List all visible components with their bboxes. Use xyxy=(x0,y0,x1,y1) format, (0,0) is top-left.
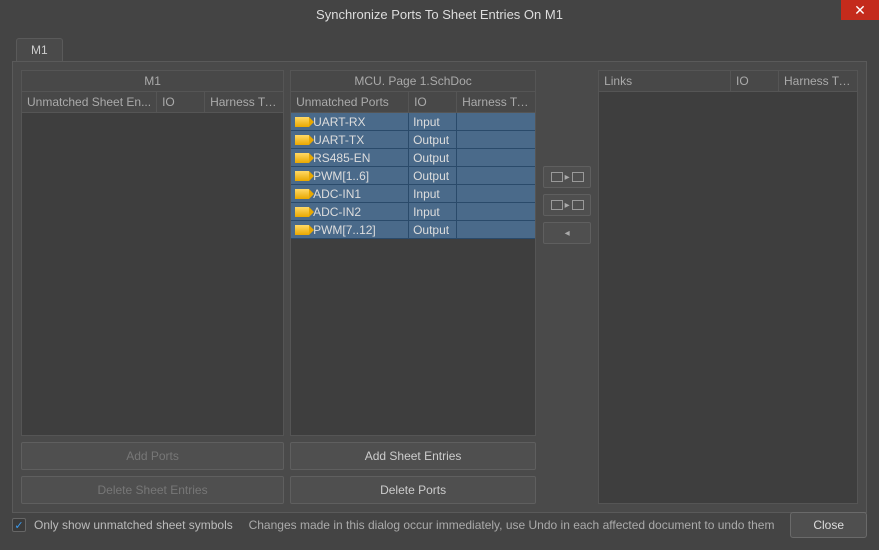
middle-panel-body: UART-RX Input UART-TX Output RS485-EN Ou… xyxy=(290,113,536,436)
window-close-button[interactable]: ✕ xyxy=(841,0,879,20)
transfer-controls: ▸ ▸ ◂ xyxy=(542,70,592,504)
unlink-button[interactable]: ◂ xyxy=(543,222,591,244)
port-harness-cell xyxy=(457,221,535,238)
port-icon xyxy=(295,189,309,199)
port-icon xyxy=(295,171,309,181)
left-panel-header: Unmatched Sheet En... IO Harness Type xyxy=(21,91,284,113)
left-panel-body xyxy=(21,113,284,436)
check-icon: ✓ xyxy=(14,519,23,532)
port-name: RS485-EN xyxy=(313,151,370,165)
link-right-alt-button[interactable]: ▸ xyxy=(543,194,591,216)
port-icon xyxy=(295,153,309,163)
middle-panel: MCU. Page 1.SchDoc Unmatched Ports IO Ha… xyxy=(290,70,536,504)
middle-panel-title: MCU. Page 1.SchDoc xyxy=(290,70,536,91)
port-io-cell: Input xyxy=(409,203,457,220)
port-name: PWM[7..12] xyxy=(313,223,376,237)
titlebar: Synchronize Ports To Sheet Entries On M1… xyxy=(0,0,879,28)
tab-m1[interactable]: M1 xyxy=(16,38,63,61)
port-name: UART-TX xyxy=(313,133,364,147)
port-io-cell: Output xyxy=(409,149,457,166)
port-io-cell: Output xyxy=(409,167,457,184)
port-harness-cell xyxy=(457,113,535,130)
left-panel-title: M1 xyxy=(21,70,284,91)
delete-sheet-entries-button[interactable]: Delete Sheet Entries xyxy=(21,476,284,504)
column-header-io[interactable]: IO xyxy=(157,92,205,112)
table-row[interactable]: UART-TX Output xyxy=(291,131,535,149)
port-name-cell: UART-RX xyxy=(291,113,409,130)
port-harness-cell xyxy=(457,167,535,184)
port-name: ADC-IN2 xyxy=(313,205,361,219)
box-icon xyxy=(572,200,584,210)
port-io-cell: Output xyxy=(409,131,457,148)
column-header-harness[interactable]: Harness Type xyxy=(779,71,857,91)
column-header-name[interactable]: Unmatched Sheet En... xyxy=(22,92,157,112)
port-harness-cell xyxy=(457,131,535,148)
close-icon: ✕ xyxy=(854,2,866,19)
checkbox-label: Only show unmatched sheet symbols xyxy=(34,518,233,532)
column-header-name[interactable]: Unmatched Ports xyxy=(291,92,409,112)
port-name-cell: ADC-IN1 xyxy=(291,185,409,202)
add-sheet-entries-button[interactable]: Add Sheet Entries xyxy=(290,442,536,470)
port-icon xyxy=(295,135,309,145)
chevron-left-icon: ◂ xyxy=(565,228,570,239)
column-header-harness[interactable]: Harness Type xyxy=(205,92,283,112)
left-panel-buttons: Add Ports Delete Sheet Entries xyxy=(21,442,284,504)
link-right-button[interactable]: ▸ xyxy=(543,166,591,188)
table-row[interactable]: PWM[7..12] Output xyxy=(291,221,535,239)
close-button[interactable]: Close xyxy=(790,512,867,538)
main-content: M1 Unmatched Sheet En... IO Harness Type… xyxy=(12,61,867,513)
port-name-cell: ADC-IN2 xyxy=(291,203,409,220)
port-icon xyxy=(295,117,309,127)
port-harness-cell xyxy=(457,149,535,166)
middle-panel-buttons: Add Sheet Entries Delete Ports xyxy=(290,442,536,504)
port-icon xyxy=(295,207,309,217)
add-ports-button[interactable]: Add Ports xyxy=(21,442,284,470)
right-panel-body xyxy=(598,92,858,504)
right-panel-header: Links IO Harness Type xyxy=(598,70,858,92)
column-header-io[interactable]: IO xyxy=(409,92,457,112)
chevron-right-icon: ▸ xyxy=(565,200,570,211)
port-name-cell: PWM[1..6] xyxy=(291,167,409,184)
window-title: Synchronize Ports To Sheet Entries On M1 xyxy=(316,7,563,22)
tabs-bar: M1 xyxy=(0,28,879,61)
box-icon xyxy=(551,172,563,182)
footer: ✓ Only show unmatched sheet symbols Chan… xyxy=(0,512,879,538)
column-header-io[interactable]: IO xyxy=(731,71,779,91)
right-panel: Links IO Harness Type xyxy=(598,70,858,504)
delete-ports-button[interactable]: Delete Ports xyxy=(290,476,536,504)
port-io-cell: Input xyxy=(409,185,457,202)
port-name: PWM[1..6] xyxy=(313,169,369,183)
port-harness-cell xyxy=(457,203,535,220)
table-row[interactable]: PWM[1..6] Output xyxy=(291,167,535,185)
port-name-cell: RS485-EN xyxy=(291,149,409,166)
port-name: ADC-IN1 xyxy=(313,187,361,201)
table-row[interactable]: ADC-IN2 Input xyxy=(291,203,535,221)
table-row[interactable]: ADC-IN1 Input xyxy=(291,185,535,203)
port-io-cell: Input xyxy=(409,113,457,130)
footer-message: Changes made in this dialog occur immedi… xyxy=(241,518,783,532)
middle-panel-header: Unmatched Ports IO Harness Type xyxy=(290,91,536,113)
only-unmatched-checkbox[interactable]: ✓ xyxy=(12,518,26,532)
column-header-harness[interactable]: Harness Type xyxy=(457,92,535,112)
column-header-links[interactable]: Links xyxy=(599,71,731,91)
box-icon xyxy=(551,200,563,210)
port-name: UART-RX xyxy=(313,115,365,129)
port-io-cell: Output xyxy=(409,221,457,238)
port-name-cell: PWM[7..12] xyxy=(291,221,409,238)
table-row[interactable]: RS485-EN Output xyxy=(291,149,535,167)
chevron-right-icon: ▸ xyxy=(565,172,570,183)
left-panel: M1 Unmatched Sheet En... IO Harness Type… xyxy=(21,70,284,504)
port-harness-cell xyxy=(457,185,535,202)
port-name-cell: UART-TX xyxy=(291,131,409,148)
box-icon xyxy=(572,172,584,182)
port-icon xyxy=(295,225,309,235)
table-row[interactable]: UART-RX Input xyxy=(291,113,535,131)
